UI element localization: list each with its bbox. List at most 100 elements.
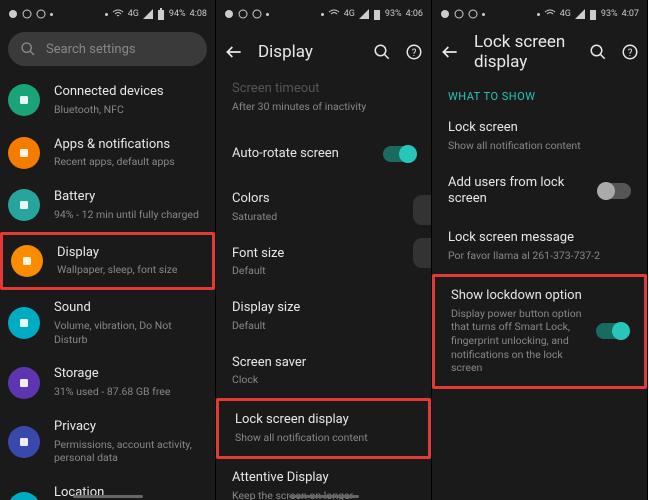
settings-item-display[interactable]: DisplayWallpaper, sleep, font size bbox=[0, 232, 215, 291]
settings-item-battery[interactable]: Battery94% - 12 min until fully charged bbox=[0, 179, 215, 232]
signal-icon bbox=[359, 9, 369, 19]
search-icon bbox=[20, 41, 36, 57]
item-subtitle: 31% used - 87.68 GB free bbox=[54, 385, 201, 399]
wifi-icon bbox=[112, 9, 124, 19]
item-title: Lock screen message bbox=[448, 230, 631, 247]
item-title: Screen timeout bbox=[232, 81, 415, 98]
category-icon bbox=[8, 84, 40, 116]
search-icon[interactable] bbox=[589, 43, 607, 61]
display-item[interactable]: Auto-rotate screen bbox=[216, 128, 431, 180]
display-list: Screen timeout After 30 minutes of inacti… bbox=[216, 76, 431, 500]
signal-icon bbox=[575, 9, 585, 19]
battery-pct: 94% bbox=[169, 9, 186, 19]
item-subtitle: Show all notification content bbox=[448, 139, 631, 153]
display-item[interactable]: Attentive DisplayKeep the screen on long… bbox=[216, 459, 431, 500]
msg-icon bbox=[224, 9, 234, 19]
page-title: Lock screen display bbox=[474, 32, 575, 72]
item-title: Colors bbox=[232, 191, 415, 208]
item-subtitle: After 30 minutes of inactivity bbox=[232, 100, 415, 114]
help-icon[interactable]: ? bbox=[405, 43, 423, 61]
lockscreen-item[interactable]: Show lockdown option Display power button… bbox=[432, 274, 647, 389]
settings-list: Connected devicesBluetooth, NFCApps & no… bbox=[0, 74, 215, 500]
scrollbar[interactable] bbox=[73, 495, 143, 498]
item-title: Show lockdown option bbox=[451, 288, 582, 305]
category-icon bbox=[8, 307, 40, 339]
category-icon bbox=[8, 189, 40, 221]
toggle-switch[interactable] bbox=[383, 146, 415, 162]
item-title: Connected devices bbox=[54, 84, 201, 101]
category-icon bbox=[8, 137, 40, 169]
back-icon[interactable] bbox=[440, 42, 460, 62]
search-icon[interactable] bbox=[373, 43, 391, 61]
dot-icon bbox=[105, 13, 108, 16]
settings-item-sound[interactable]: Sound Volume, vibration, Do Not Disturb bbox=[0, 290, 215, 356]
display-item[interactable]: Screen saverClock bbox=[216, 344, 431, 399]
battery-icon bbox=[373, 8, 381, 20]
item-title: Display size bbox=[232, 300, 415, 317]
edge-tab[interactable] bbox=[413, 238, 431, 268]
item-subtitle: Volume, vibration, Do Not Disturb bbox=[54, 319, 201, 346]
search-placeholder: Search settings bbox=[46, 42, 136, 57]
edge-tab[interactable] bbox=[413, 195, 431, 225]
net-label: 4G bbox=[128, 9, 139, 19]
item-subtitle: Wallpaper, sleep, font size bbox=[57, 263, 198, 277]
msg-icon bbox=[440, 9, 450, 19]
battery-pct: 93% bbox=[385, 9, 402, 19]
lockscreen-item[interactable]: Lock screen Show all notification content bbox=[432, 109, 647, 164]
net-label: 4G bbox=[560, 9, 571, 19]
clock: 4:07 bbox=[622, 9, 639, 19]
scrollbar[interactable] bbox=[289, 495, 359, 498]
item-title: Privacy bbox=[54, 419, 201, 436]
lockscreen-list: Lock screen Show all notification content… bbox=[432, 109, 647, 389]
dnd-icon bbox=[468, 9, 478, 19]
wifi-icon bbox=[544, 9, 556, 19]
item-subtitle: Display power button option that turns o… bbox=[451, 307, 582, 375]
clock: 4:06 bbox=[406, 9, 423, 19]
item-title: Display bbox=[57, 245, 198, 262]
battery-icon bbox=[589, 8, 597, 20]
dnd-icon bbox=[36, 9, 46, 19]
section-label: WHAT TO SHOW bbox=[432, 76, 647, 109]
display-item[interactable]: Lock screen display Show all notification… bbox=[216, 398, 431, 459]
svg-text:?: ? bbox=[628, 48, 633, 59]
dot-icon bbox=[321, 13, 324, 16]
item-subtitle: Permissions, account activity, personal … bbox=[54, 438, 201, 465]
item-subtitle: Show all notification content bbox=[235, 431, 412, 445]
item-subtitle: Por favor llama al 261-373-737-2 bbox=[448, 249, 631, 263]
item-subtitle: Default bbox=[232, 319, 415, 333]
item-subtitle: Recent apps, default apps bbox=[54, 155, 201, 169]
category-icon bbox=[11, 245, 43, 277]
lockscreen-panel: 4G 93% 4:07 Lock screen display ? WHAT T… bbox=[432, 0, 648, 500]
search-input[interactable]: Search settings bbox=[8, 32, 207, 66]
settings-item-apps-notifications[interactable]: Apps & notificationsRecent apps, default… bbox=[0, 127, 215, 180]
display-panel: 4G 93% 4:06 Display ? Screen timeoutAfte… bbox=[216, 0, 432, 500]
item-title: Lock screen bbox=[448, 120, 631, 137]
dnd-icon bbox=[252, 9, 262, 19]
svg-text:?: ? bbox=[412, 48, 417, 59]
display-item[interactable]: Display size Default bbox=[216, 289, 431, 344]
item-title: Storage bbox=[54, 366, 201, 383]
display-item[interactable]: Screen timeout After 30 minutes of inacti… bbox=[216, 76, 431, 128]
item-title: Apps & notifications bbox=[54, 137, 201, 154]
battery-pct: 93% bbox=[601, 9, 618, 19]
dot-icon bbox=[482, 13, 485, 16]
settings-item-privacy[interactable]: Privacy Permissions, account activity, pe… bbox=[0, 409, 215, 475]
display-item[interactable]: ColorsSaturated bbox=[216, 180, 431, 235]
back-icon[interactable] bbox=[224, 42, 244, 62]
item-title: Sound bbox=[54, 300, 201, 317]
help-icon[interactable]: ? bbox=[621, 43, 639, 61]
alarm-icon bbox=[22, 9, 32, 19]
lockscreen-item[interactable]: Add users from lock screen bbox=[432, 164, 647, 220]
item-title: Add users from lock screen bbox=[448, 175, 585, 209]
header: Display ? bbox=[216, 28, 431, 76]
lockscreen-item[interactable]: Lock screen message Por favor llama al 26… bbox=[432, 219, 647, 274]
toggle-switch[interactable] bbox=[599, 183, 631, 199]
settings-item-connected-devices[interactable]: Connected devicesBluetooth, NFC bbox=[0, 74, 215, 127]
dot-icon bbox=[50, 13, 53, 16]
toggle-switch[interactable] bbox=[596, 323, 628, 339]
settings-item-storage[interactable]: Storage 31% used - 87.68 GB free bbox=[0, 356, 215, 409]
display-item[interactable]: Font sizeDefault bbox=[216, 235, 431, 290]
clock: 4:08 bbox=[190, 9, 207, 19]
item-title: Lock screen display bbox=[235, 412, 412, 429]
category-icon bbox=[8, 492, 40, 500]
